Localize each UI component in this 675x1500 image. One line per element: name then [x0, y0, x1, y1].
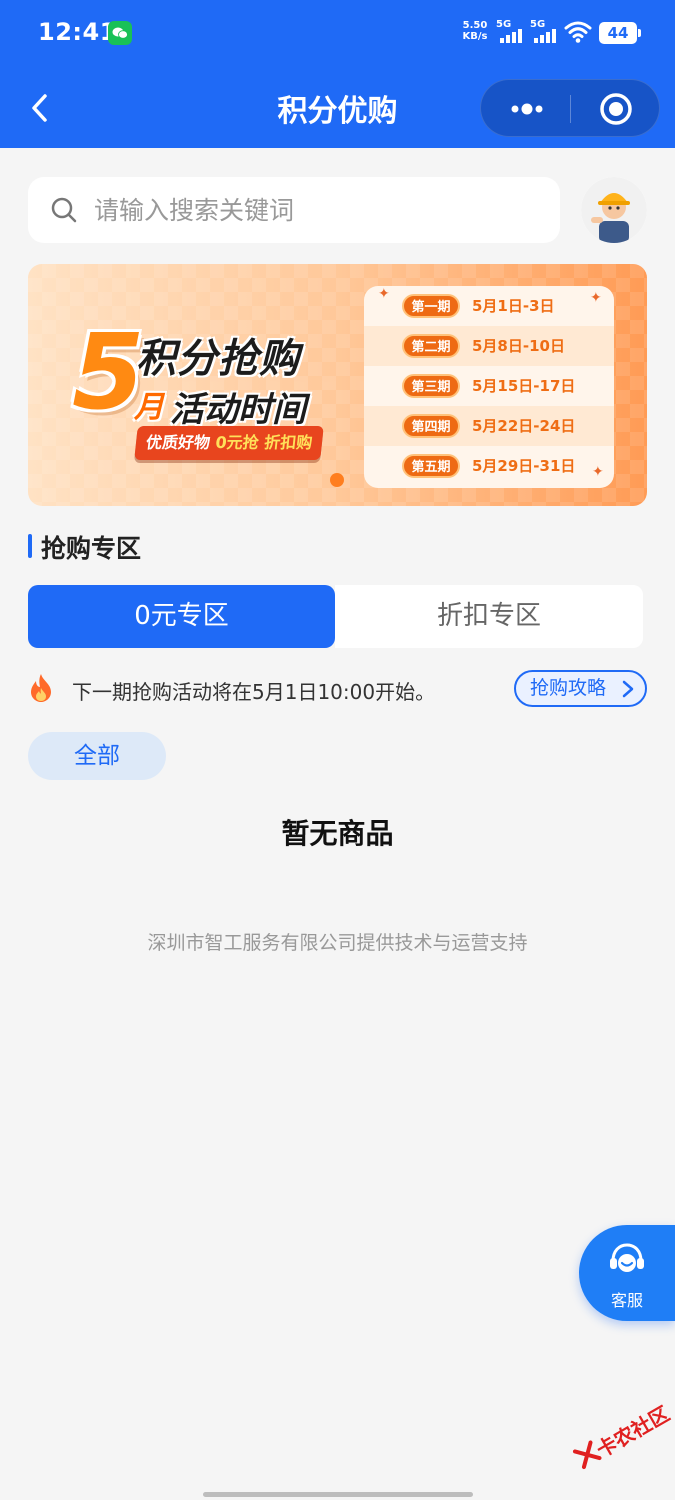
tab-zero-yuan[interactable]: 0元专区 — [28, 585, 335, 648]
fire-icon — [31, 674, 51, 702]
tagline-highlight-2: 折扣购 — [263, 433, 314, 452]
guide-button[interactable]: 抢购攻略 — [514, 670, 647, 707]
tagline-highlight: 0元抢 — [214, 433, 260, 452]
headset-icon — [610, 1243, 644, 1272]
miniprogram-capsule — [480, 79, 660, 137]
chevron-right-icon — [622, 680, 634, 698]
schedule-period: 第四期 — [402, 414, 460, 438]
schedule-row: 第四期 5月22日-24日 — [364, 406, 614, 446]
wifi-icon — [564, 21, 592, 43]
section-title: 抢购专区 — [41, 534, 142, 563]
customer-service-button[interactable]: 客服 — [579, 1225, 675, 1321]
signal-icon-2: 5G — [530, 19, 558, 45]
banner-month-char: 月 — [134, 390, 164, 425]
tagline-text: 优质好物 — [145, 433, 217, 452]
search-input[interactable] — [94, 177, 544, 243]
banner-title: 积分抢购 — [136, 336, 300, 382]
banner-tagline: 优质好物 0元抢 折扣购 — [134, 426, 325, 460]
schedule-period: 第五期 — [402, 454, 460, 478]
status-time: 12:41 — [38, 18, 117, 46]
schedule-row: 第三期 5月15日-17日 — [364, 366, 614, 406]
net-speed: 5.50 KB/s — [458, 20, 492, 42]
schedule-row: 第五期 5月29日-31日 — [364, 446, 614, 486]
schedule-period: 第一期 — [402, 294, 460, 318]
promo-banner[interactable]: 5 月 积分抢购 活动时间 优质好物 0元抢 折扣购 ✦ ✦ ✦ 第一期 5月1… — [28, 264, 647, 506]
schedule-dates: 5月22日-24日 — [472, 417, 576, 435]
watermark: 卡农社区 — [566, 1390, 675, 1483]
tab-discount[interactable]: 折扣专区 — [335, 585, 643, 648]
banner-subtitle: 活动时间 — [170, 390, 306, 430]
net-speed-value: 5.50 — [462, 20, 488, 31]
search-icon — [51, 197, 77, 223]
footer-support-text: 深圳市智工服务有限公司提供技术与运营支持 — [147, 932, 528, 954]
target-icon[interactable] — [599, 92, 633, 126]
search-box[interactable] — [28, 177, 560, 243]
status-bar: 12:41 5.50 KB/s 5G 5G 44 — [0, 0, 675, 70]
schedule-dates: 5月8日-10日 — [472, 337, 565, 355]
capsule-divider — [570, 95, 571, 123]
avatar[interactable] — [581, 177, 647, 243]
schedule-dates: 5月1日-3日 — [472, 297, 555, 315]
schedule-card: ✦ ✦ ✦ 第一期 5月1日-3日 第二期 5月8日-10日 第三期 5月15日… — [364, 286, 614, 488]
customer-service-label: 客服 — [610, 1291, 643, 1310]
signal-icon: 5G — [496, 19, 524, 45]
home-indicator[interactable] — [203, 1492, 473, 1497]
guide-button-label: 抢购攻略 — [530, 677, 607, 699]
section-marker — [28, 534, 32, 558]
carousel-indicator[interactable] — [330, 473, 344, 487]
schedule-row: 第二期 5月8日-10日 — [364, 326, 614, 366]
schedule-row: 第一期 5月1日-3日 — [364, 286, 614, 326]
watermark-text: 卡农社区 — [592, 1401, 674, 1463]
wechat-icon — [108, 21, 132, 45]
schedule-dates: 5月15日-17日 — [472, 377, 576, 395]
schedule-period: 第三期 — [402, 374, 460, 398]
more-icon[interactable] — [507, 98, 547, 120]
empty-state-text: 暂无商品 — [281, 817, 394, 850]
net-speed-unit: KB/s — [462, 31, 488, 42]
schedule-dates: 5月29日-31日 — [472, 457, 576, 475]
app-header: 12:41 5.50 KB/s 5G 5G 44 积分优购 — [0, 0, 675, 148]
category-chip-all[interactable]: 全部 — [28, 732, 166, 780]
schedule-period: 第二期 — [402, 334, 460, 358]
notice-text: 下一期抢购活动将在5月1日10:00开始。 — [72, 680, 436, 704]
battery-icon: 44 — [599, 22, 641, 44]
